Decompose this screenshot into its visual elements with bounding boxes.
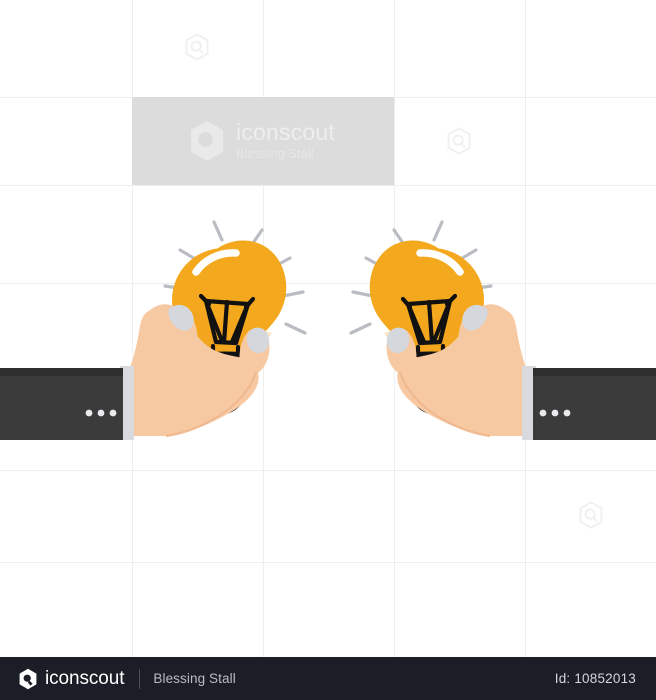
footer-brand-label: iconscout (45, 667, 125, 689)
illustration-page: iconscout Blessing Stall iconscout Bless… (0, 0, 656, 700)
artwork-canvas: iconscout Blessing Stall (0, 0, 656, 657)
footer-bar: iconscout Blessing Stall Id: 10852013 (0, 657, 656, 700)
footer-brand-group[interactable]: iconscout Blessing Stall (0, 668, 236, 690)
footer-author-label: Blessing Stall (153, 671, 236, 686)
right-hand-holding-bulb (351, 222, 656, 440)
iconscout-logo-icon (18, 668, 38, 690)
hands-with-bulbs-illustration (0, 0, 656, 657)
footer-divider (139, 668, 141, 689)
left-hand-holding-bulb (0, 222, 305, 440)
footer-asset-id-label: Id: 10852013 (554, 671, 636, 686)
